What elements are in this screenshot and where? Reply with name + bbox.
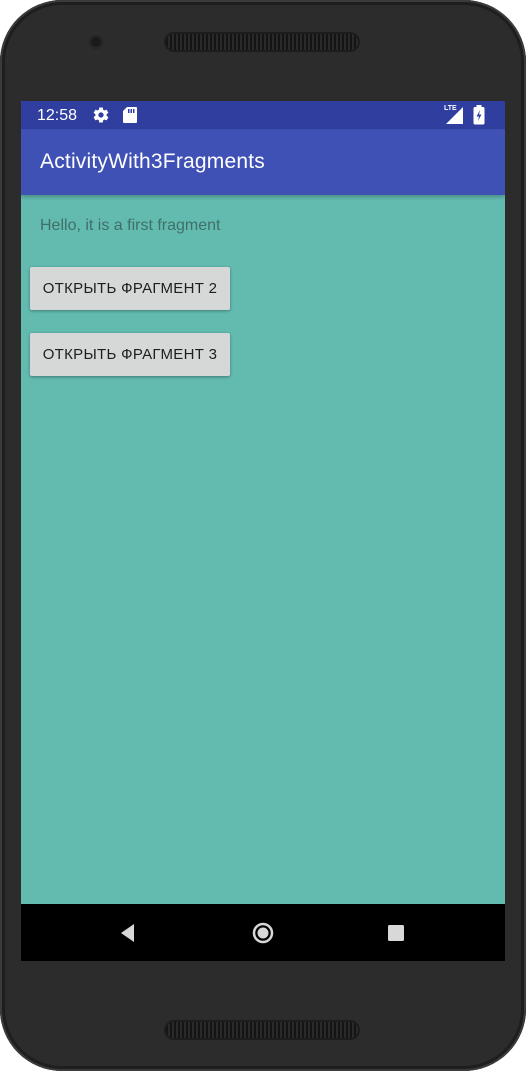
lte-label: LTE	[443, 105, 458, 112]
back-icon[interactable]	[116, 920, 142, 946]
top-speaker-grille	[166, 34, 358, 50]
app-bar: ActivityWith3Fragments	[21, 129, 505, 195]
bottom-speaker-grille	[166, 1022, 358, 1038]
status-bar: 12:58 LTE	[21, 101, 505, 129]
home-icon[interactable]	[250, 920, 276, 946]
battery-charging-icon	[473, 105, 485, 125]
recents-icon[interactable]	[383, 920, 409, 946]
phone-frame: 12:58 LTE ActivityWith3Fragments Hello, …	[0, 0, 526, 1071]
front-camera	[89, 35, 103, 49]
open-fragment-2-button[interactable]: ОТКРЫТЬ ФРАГМЕНТ 2	[30, 267, 230, 310]
app-title: ActivityWith3Fragments	[40, 150, 265, 173]
fragment-text: Hello, it is a first fragment	[40, 217, 221, 234]
fragment-content: Hello, it is a first fragment ОТКРЫТЬ ФР…	[21, 195, 505, 904]
device-screen: 12:58 LTE ActivityWith3Fragments Hello, …	[21, 101, 505, 961]
sd-card-icon	[123, 107, 137, 123]
settings-gear-icon	[93, 107, 109, 123]
status-time: 12:58	[37, 107, 78, 124]
open-fragment-3-button[interactable]: ОТКРЫТЬ ФРАГМЕНТ 3	[30, 333, 230, 376]
navigation-bar	[21, 904, 505, 961]
